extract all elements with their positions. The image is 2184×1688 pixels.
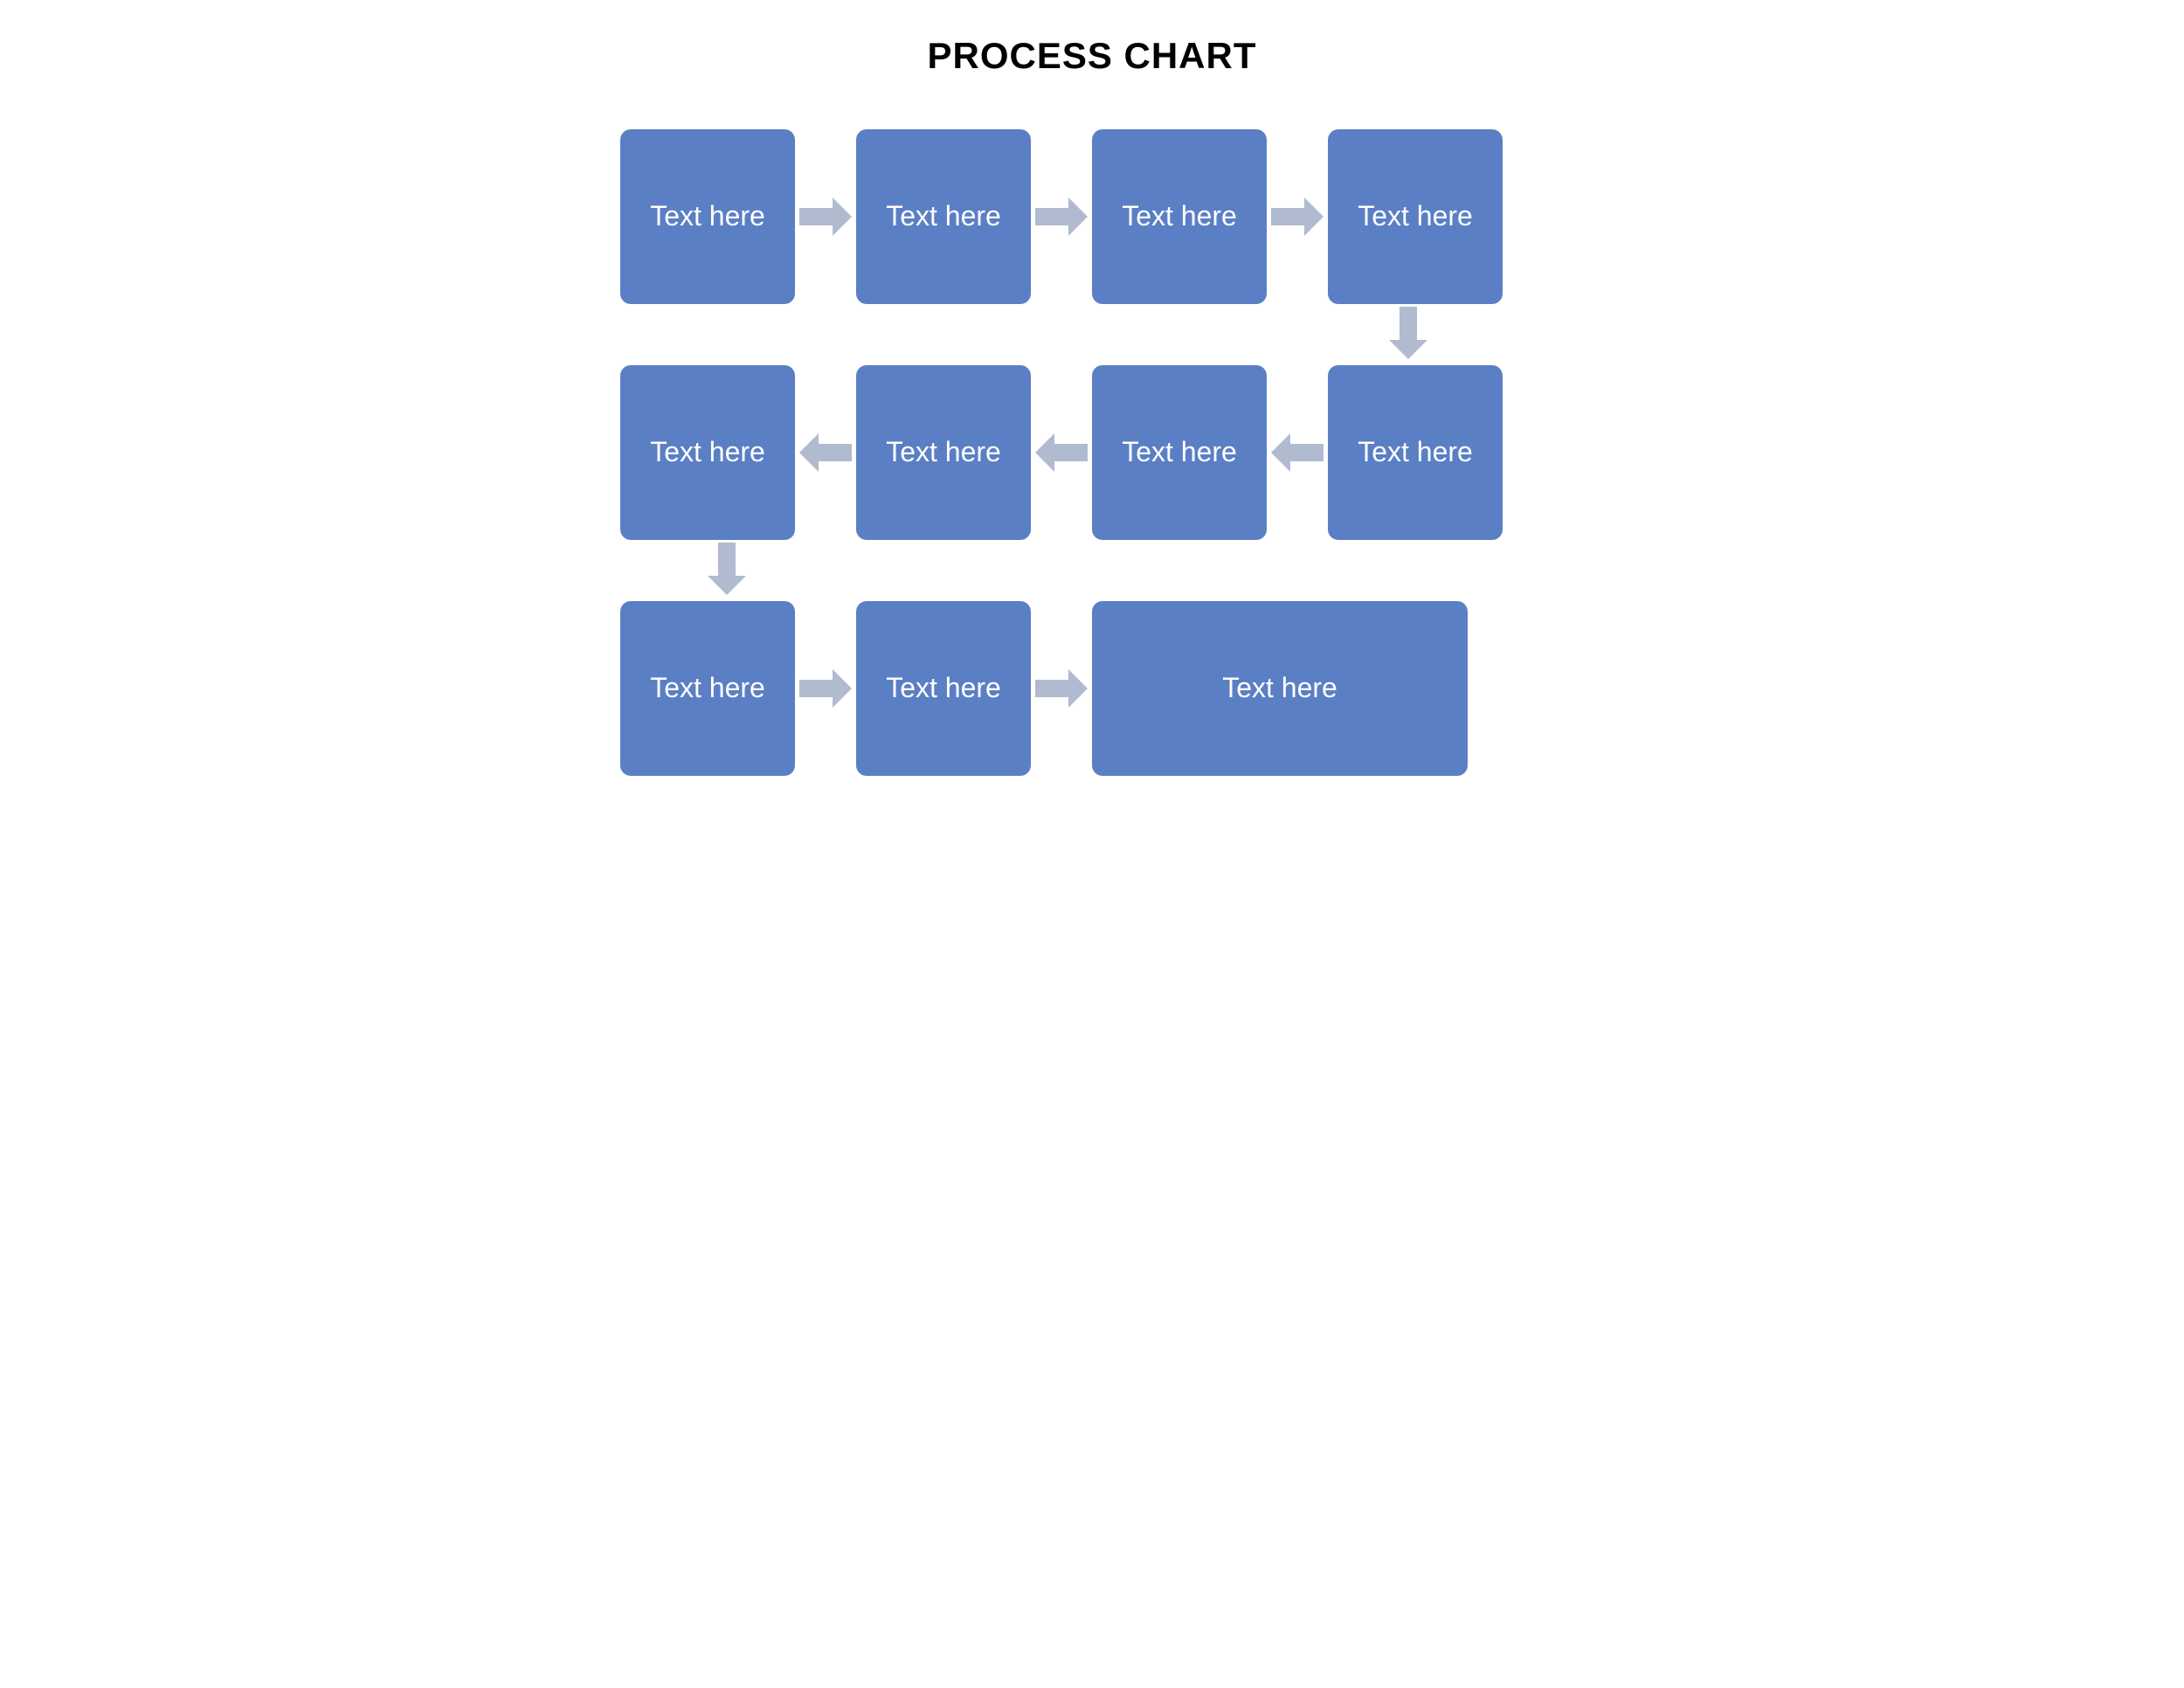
box-r1b2[interactable]: Text here xyxy=(856,129,1031,304)
arrow-down-1 xyxy=(1389,307,1427,363)
box-r2b1[interactable]: Text here xyxy=(620,365,795,540)
arrow-r3-1 xyxy=(795,667,856,710)
box-r2b2[interactable]: Text here xyxy=(856,365,1031,540)
arrow-r2-1 xyxy=(795,431,856,474)
arrow-r1-1 xyxy=(795,195,856,239)
box-r3b1[interactable]: Text here xyxy=(620,601,795,776)
box-r2b4[interactable]: Text here xyxy=(1328,365,1503,540)
row-3: Text here Text here Text here xyxy=(568,601,1616,776)
arrow-r2-3 xyxy=(1267,431,1328,474)
row-1: Text here Text here Text here xyxy=(568,129,1616,304)
arrow-r1-2 xyxy=(1031,195,1092,239)
arrow-r3-2 xyxy=(1031,667,1092,710)
box-r1b3[interactable]: Text here xyxy=(1092,129,1267,304)
box-r3b3[interactable]: Text here xyxy=(1092,601,1468,776)
box-r1b4[interactable]: Text here xyxy=(1328,129,1503,304)
box-r1b1[interactable]: Text here xyxy=(620,129,795,304)
arrow-r2-2 xyxy=(1031,431,1092,474)
box-r2b3[interactable]: Text here xyxy=(1092,365,1267,540)
page-container: PROCESS CHART Text here Text here Text h… xyxy=(568,35,1616,776)
arrow-down-2 xyxy=(708,543,746,599)
chart-area: Text here Text here Text here xyxy=(568,129,1616,776)
box-r3b2[interactable]: Text here xyxy=(856,601,1031,776)
connector-down-2 xyxy=(568,540,1616,601)
arrow-r1-3 xyxy=(1267,195,1328,239)
row-2: Text here Text here Text here xyxy=(568,365,1616,540)
connector-down-1 xyxy=(568,304,1616,365)
page-title: PROCESS CHART xyxy=(568,35,1616,77)
